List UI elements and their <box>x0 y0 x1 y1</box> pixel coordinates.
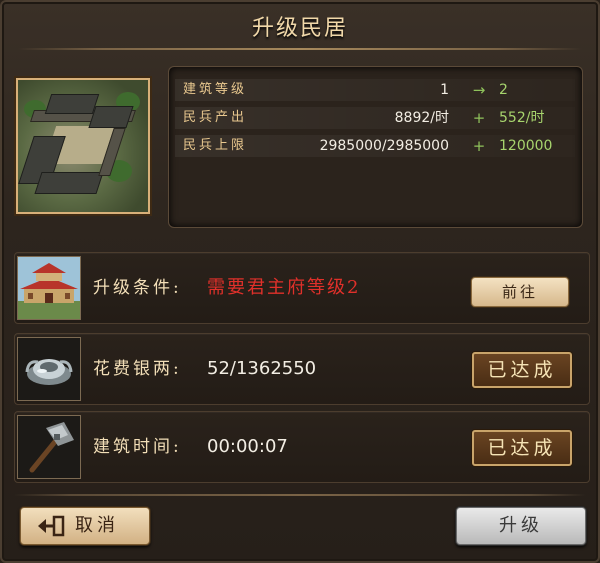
stat-label: 建筑等级 <box>183 82 248 97</box>
requirement-label: 升级条件: <box>93 278 182 298</box>
requirement-row-condition: 升级条件: 需要君主府等级2 前往 <box>14 252 590 324</box>
stat-current: 2985000/2985000 <box>319 138 449 154</box>
back-arrow-icon <box>38 515 65 537</box>
cancel-label: 取消 <box>75 515 119 536</box>
cancel-button[interactable]: 取消 <box>20 507 150 545</box>
stat-label: 民兵上限 <box>183 138 248 153</box>
stat-next: 552/时 <box>499 110 545 126</box>
requirement-row-silver: 花费银两: 52/1362550 已达成 <box>14 333 590 405</box>
requirement-row-time: 建筑时间: 00:00:07 已达成 <box>14 411 590 483</box>
stat-row-level: 建筑等级 1 → 2 <box>175 77 575 103</box>
silver-ingot-icon <box>17 337 81 401</box>
palace-icon <box>17 256 81 320</box>
requirement-label: 花费银两: <box>93 359 182 379</box>
building-stats: 建筑等级 1 → 2 民兵产出 8892/时 + 552/时 民兵上限 2985… <box>168 66 583 228</box>
title-divider <box>18 48 582 50</box>
dialog-title: 升级民居 <box>251 16 348 41</box>
upgrade-button[interactable]: 升级 <box>456 507 586 545</box>
stat-current: 8892/时 <box>394 110 449 126</box>
stat-label: 民兵产出 <box>183 110 248 125</box>
plus-icon: + <box>472 109 486 127</box>
requirement-label: 建筑时间: <box>93 437 182 457</box>
stat-row-output: 民兵产出 8892/时 + 552/时 <box>175 105 575 131</box>
plus-icon: + <box>472 137 486 155</box>
go-button[interactable]: 前往 <box>471 277 569 307</box>
stat-current: 1 <box>440 82 449 98</box>
bottom-divider <box>14 494 586 496</box>
stat-next: 120000 <box>499 138 553 154</box>
completed-badge: 已达成 <box>472 430 572 466</box>
requirement-value: 00:00:07 <box>207 436 288 457</box>
hammer-icon <box>17 415 81 479</box>
upgrade-dialog: 升级民居 建筑等级 1 → 2 民兵产出 8892/时 + 552/时 民兵上限… <box>0 0 600 563</box>
requirement-value: 52/1362550 <box>207 358 317 379</box>
requirement-value: 需要君主府等级2 <box>207 277 361 298</box>
stat-next: 2 <box>499 82 508 98</box>
arrow-right-icon: → <box>472 81 486 99</box>
completed-badge: 已达成 <box>472 352 572 388</box>
stat-row-capacity: 民兵上限 2985000/2985000 + 120000 <box>175 133 575 159</box>
building-image <box>16 78 150 214</box>
